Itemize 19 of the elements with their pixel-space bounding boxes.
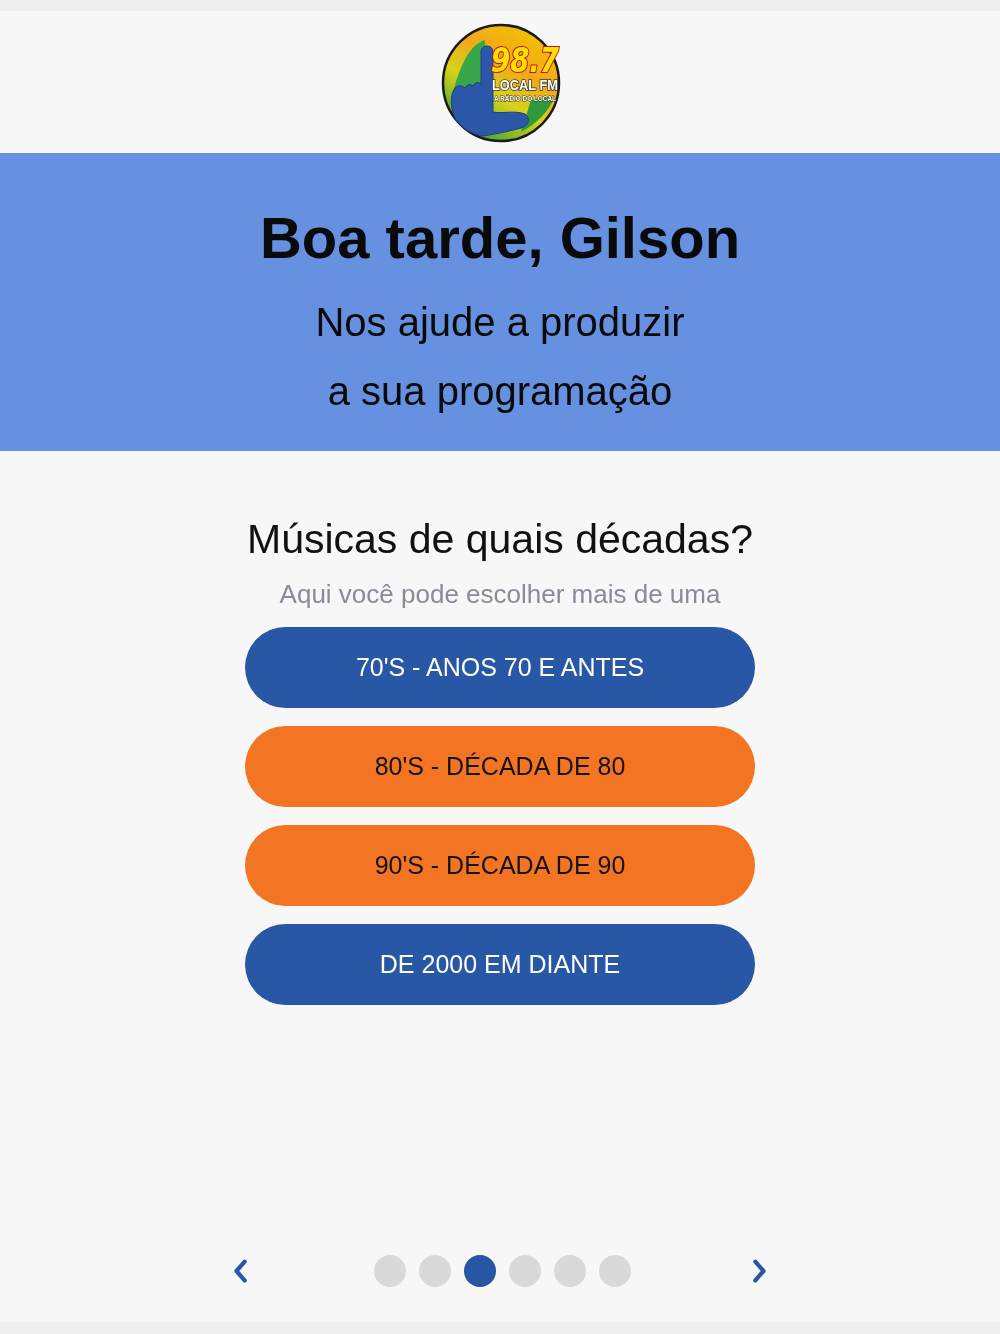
page-dot[interactable]: [463, 1254, 496, 1287]
next-button[interactable]: [753, 1258, 767, 1283]
question-title: Músicas de quais décadas?: [247, 515, 753, 563]
decade-option[interactable]: 70'S - ANOS 70 E ANTES: [245, 627, 755, 708]
page-dot[interactable]: [508, 1254, 541, 1287]
page-dot[interactable]: [418, 1254, 451, 1287]
decade-option[interactable]: DE 2000 EM DIANTE: [245, 924, 755, 1005]
question-hint: Aqui você pode escolher mais de uma: [279, 578, 721, 610]
previous-button[interactable]: [233, 1258, 247, 1283]
greeting-title: Boa tarde, Gilson: [259, 204, 741, 272]
logo-station-name: LOCAL FM: [492, 77, 565, 93]
page-dot[interactable]: [598, 1254, 631, 1287]
page-dot[interactable]: [373, 1254, 406, 1287]
page-dot[interactable]: [553, 1254, 586, 1287]
chevron-left-icon: [233, 1258, 247, 1283]
chevron-right-icon: [753, 1258, 767, 1283]
decade-option[interactable]: 80'S - DÉCADA DE 80: [245, 726, 755, 807]
decade-option[interactable]: 90'S - DÉCADA DE 90: [245, 825, 755, 906]
greeting-subtitle: Nos ajude a produzir a sua programação: [314, 299, 686, 415]
